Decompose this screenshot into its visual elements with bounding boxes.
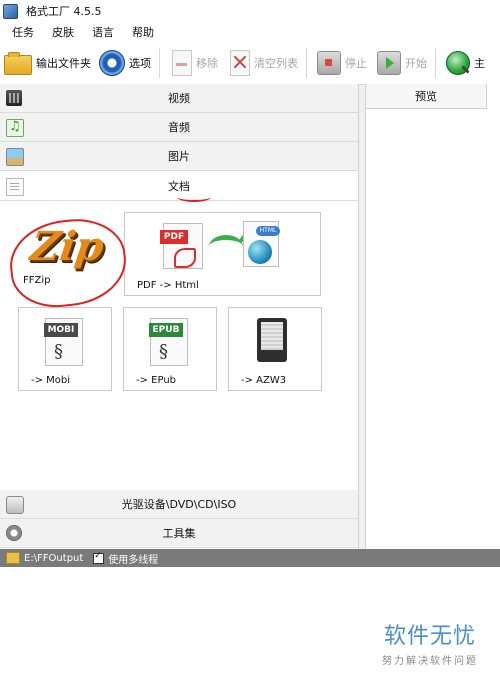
clear-list-button[interactable]: 清空列表 [222,46,302,80]
category-video-label: 视频 [168,92,190,105]
category-disc[interactable]: 光驱设备\DVD\CD\ISO [0,490,358,519]
to-mobi-tile[interactable]: MOBI § -> Mobi [18,307,112,391]
ereader-device-icon [257,318,287,362]
category-video[interactable]: 视频 [0,84,358,113]
app-icon [3,3,18,19]
red-underline-annotation [177,192,211,202]
output-path[interactable]: E:\FFOutput [24,553,83,564]
to-azw3-label: -> AZW3 [241,375,287,386]
remove-button[interactable]: 移除 [164,46,222,80]
category-panel: 视频 音频 图片 文档 Zip FFZip PDF [0,84,359,549]
audio-icon [6,119,24,137]
menu-help[interactable]: 帮助 [126,24,160,40]
category-disc-label: 光驱设备\DVD\CD\ISO [121,498,237,511]
category-audio[interactable]: 音频 [0,113,358,142]
start-label: 开始 [405,57,427,70]
category-tools-label: 工具集 [162,527,196,540]
remove-icon [172,50,192,76]
image-icon [6,148,24,166]
watermark-sub: 努力解决软件问题 [382,656,478,667]
mobi-badge: MOBI [44,323,78,337]
disc-drive-icon [6,496,24,514]
pdf-to-html-label: PDF -> Html [137,280,199,291]
menu-task[interactable]: 任务 [6,24,40,40]
epub-badge: EPUB [149,323,183,337]
clear-list-label: 清空列表 [254,57,298,70]
watermark-main: 软件无忧 [383,624,476,649]
preview-column-header[interactable]: 预览 [366,84,487,109]
category-tools[interactable]: 工具集 [0,519,358,548]
category-image[interactable]: 图片 [0,142,358,171]
remove-label: 移除 [196,57,218,70]
toolbar-separator [435,48,436,78]
status-bar: E:\FFOutput 使用多线程 [0,549,500,567]
options-button[interactable]: 选项 [95,46,155,80]
output-folder-label: 输出文件夹 [36,57,91,70]
html-globe-icon: HTML [243,221,280,267]
start-button[interactable]: 开始 [371,46,431,80]
home-button[interactable]: 主 [440,46,489,80]
multithread-checkbox[interactable] [93,551,105,564]
toolbar: 输出文件夹 选项 移除 清空列表 停止 开始 主 [0,42,500,85]
home-label: 主 [474,57,485,70]
stop-icon [317,51,341,75]
watermark: 软件无忧 努力解决软件问题 [362,618,498,667]
window-title: 格式工厂 4.5.5 [26,5,102,18]
start-icon [377,51,401,75]
output-folder-icon[interactable] [6,552,20,564]
clear-list-icon [230,50,250,76]
pdf-document-icon: PDF [160,223,203,269]
to-mobi-label: -> Mobi [31,375,71,386]
preview-panel: 预览 [365,84,500,549]
to-azw3-tile[interactable]: -> AZW3 [228,307,322,391]
toolbar-separator [159,48,160,78]
toolbar-separator [306,48,307,78]
category-image-label: 图片 [168,150,190,163]
document-icon [6,178,24,196]
epub-document-icon: EPUB § [149,318,188,366]
tools-icon [6,525,22,541]
convert-arrow-icon [209,235,243,258]
menu-skin[interactable]: 皮肤 [46,24,80,40]
options-icon [99,50,125,76]
options-label: 选项 [129,57,151,70]
home-globe-icon [446,51,470,75]
output-folder-button[interactable]: 输出文件夹 [0,46,95,80]
folder-icon [4,52,32,75]
pdf-to-html-tile[interactable]: PDF HTML PDF -> Html [124,212,321,296]
menu-language[interactable]: 语言 [86,24,120,40]
stop-label: 停止 [345,57,367,70]
to-epub-label: -> EPub [136,375,177,386]
multithread-label[interactable]: 使用多线程 [108,551,158,566]
category-audio-label: 音频 [168,121,190,134]
mobi-document-icon: MOBI § [44,318,83,366]
video-icon [6,90,22,106]
title-bar: 格式工厂 4.5.5 [0,0,500,22]
to-epub-tile[interactable]: EPUB § -> EPub [123,307,217,391]
stop-button[interactable]: 停止 [311,46,371,80]
menu-bar: 任务 皮肤 语言 帮助 [0,22,500,42]
